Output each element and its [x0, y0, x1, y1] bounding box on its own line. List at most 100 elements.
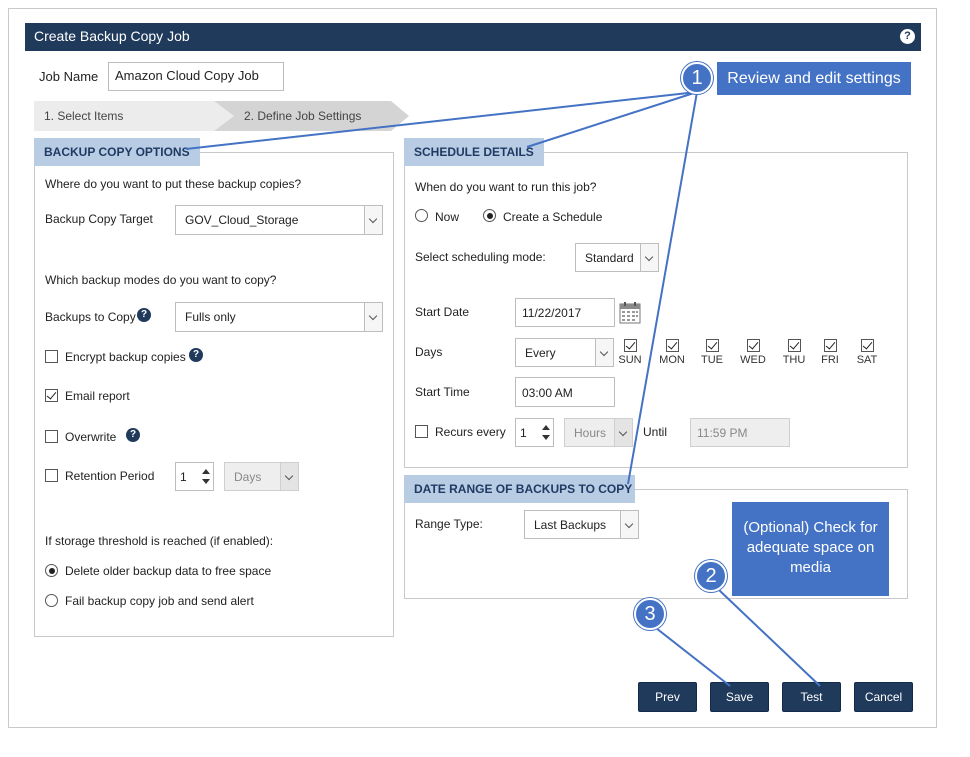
days-select[interactable]: Every [515, 338, 614, 367]
help-icon[interactable]: ? [126, 428, 140, 442]
day-sat-label: SAT [856, 354, 878, 366]
encrypt-label: Encrypt backup copies [65, 350, 186, 364]
chevron-down-icon [364, 303, 382, 331]
fail-and-alert-label: Fail backup copy job and send alert [65, 594, 254, 608]
dialog-title: Create Backup Copy Job [34, 28, 190, 44]
stepper-down-icon[interactable] [542, 435, 550, 440]
day-wed-checkbox[interactable] [746, 339, 760, 352]
day-sat[interactable]: SAT [852, 339, 882, 366]
recurs-every-checkbox[interactable] [415, 425, 428, 438]
day-thu[interactable]: THU [779, 339, 809, 366]
encrypt-checkbox[interactable] [45, 350, 58, 363]
chevron-down-icon [280, 463, 298, 490]
step-select-items[interactable]: 1. Select Items [34, 101, 123, 131]
create-schedule-radio[interactable] [483, 209, 496, 222]
backups-to-copy-select[interactable]: Fulls only [175, 302, 383, 332]
start-date-input[interactable]: 11/22/2017 [515, 298, 615, 327]
date-range-legend: DATE RANGE OF BACKUPS TO COPY [404, 475, 635, 503]
retention-value: 1 [180, 469, 187, 484]
retention-unit-select[interactable]: Days [224, 462, 299, 491]
backups-to-copy-label: Backups to Copy [45, 310, 136, 324]
recurs-unit-select[interactable]: Hours [564, 418, 633, 447]
backup-copy-target-label: Backup Copy Target [45, 212, 153, 226]
day-fri-checkbox[interactable] [823, 339, 837, 352]
overwrite-checkbox[interactable] [45, 430, 58, 443]
range-type-value: Last Backups [534, 517, 607, 532]
days-value: Every [525, 345, 556, 360]
day-fri-label: FRI [821, 354, 839, 366]
chevron-down-icon [620, 511, 638, 538]
day-sun-checkbox[interactable] [623, 339, 637, 352]
title-bar: Create Backup Copy Job ? [25, 23, 921, 51]
range-type-label: Range Type: [415, 517, 483, 531]
save-button[interactable]: Save [710, 682, 769, 712]
day-sun[interactable]: SUN [615, 339, 645, 366]
retention-label: Retention Period [65, 469, 155, 483]
schedule-details-legend: SCHEDULE DETAILS [404, 138, 544, 166]
scheduling-mode-select[interactable]: Standard [575, 243, 659, 272]
target-question: Where do you want to put these backup co… [45, 177, 302, 191]
run-now-label: Now [435, 210, 460, 224]
help-icon[interactable]: ? [189, 348, 203, 362]
start-time-input[interactable]: 03:00 AM [515, 377, 615, 407]
chevron-down-icon [640, 244, 658, 271]
schedule-details-panel [404, 152, 908, 468]
chevron-down-icon [595, 339, 613, 366]
retention-checkbox[interactable] [45, 469, 58, 482]
step-define-job-settings[interactable]: 2. Define Job Settings [234, 101, 361, 131]
day-thu-label: THU [782, 354, 806, 366]
stepper-up-icon[interactable] [202, 469, 210, 474]
start-time-label: Start Time [415, 385, 470, 399]
day-mon[interactable]: MON [657, 339, 687, 366]
recurs-every-value: 1 [520, 425, 527, 440]
cancel-button[interactable]: Cancel [854, 682, 913, 712]
email-report-checkbox[interactable] [45, 389, 58, 402]
annotation-badge-1: 1 [681, 62, 713, 94]
prev-button[interactable]: Prev [638, 682, 697, 712]
stepper-up-icon[interactable] [542, 425, 550, 430]
run-now-radio[interactable] [415, 209, 428, 222]
until-time-input[interactable]: 11:59 PM [690, 418, 790, 447]
job-name-label: Job Name [39, 69, 99, 84]
day-tue[interactable]: TUE [697, 339, 727, 366]
day-wed[interactable]: WED [738, 339, 768, 366]
help-icon[interactable]: ? [900, 29, 915, 44]
retention-stepper[interactable]: 1 [175, 462, 214, 491]
annotation-badge-2: 2 [695, 560, 727, 592]
day-sat-checkbox[interactable] [860, 339, 874, 352]
until-label: Until [643, 425, 668, 439]
help-icon[interactable]: ? [137, 308, 151, 322]
day-thu-checkbox[interactable] [787, 339, 801, 352]
recurs-unit-value: Hours [574, 425, 607, 440]
day-wed-label: WED [740, 354, 766, 366]
backup-copy-target-value: GOV_Cloud_Storage [185, 213, 299, 227]
backup-copy-options-legend: BACKUP COPY OPTIONS [34, 138, 200, 166]
modes-question: Which backup modes do you want to copy? [45, 273, 277, 287]
delete-older-radio[interactable] [45, 564, 58, 577]
overwrite-label: Overwrite [65, 430, 117, 444]
calendar-icon[interactable] [619, 301, 641, 324]
threshold-label: If storage threshold is reached (if enab… [45, 534, 274, 548]
start-date-label: Start Date [415, 305, 470, 319]
delete-older-label: Delete older backup data to free space [65, 564, 272, 578]
scheduling-mode-value: Standard [585, 250, 634, 265]
day-sun-label: SUN [618, 354, 642, 366]
day-fri[interactable]: FRI [815, 339, 845, 366]
chevron-down-icon [364, 206, 382, 234]
annotation-badge-3: 3 [634, 598, 666, 630]
callout-review-settings: Review and edit settings [717, 62, 911, 95]
days-label: Days [415, 345, 443, 359]
backup-copy-target-select[interactable]: GOV_Cloud_Storage [175, 205, 383, 235]
create-schedule-label: Create a Schedule [503, 210, 603, 224]
stepper-down-icon[interactable] [202, 479, 210, 484]
day-mon-checkbox[interactable] [665, 339, 679, 352]
callout-check-space: (Optional) Check for adequate space on m… [732, 502, 889, 596]
recurs-every-stepper[interactable]: 1 [515, 418, 554, 447]
day-tue-checkbox[interactable] [705, 339, 719, 352]
job-name-input[interactable]: Amazon Cloud Copy Job [108, 62, 284, 91]
day-mon-label: MON [659, 354, 685, 366]
recurs-every-label: Recurs every [435, 425, 506, 439]
test-button[interactable]: Test [782, 682, 841, 712]
fail-and-alert-radio[interactable] [45, 594, 58, 607]
range-type-select[interactable]: Last Backups [524, 510, 639, 539]
